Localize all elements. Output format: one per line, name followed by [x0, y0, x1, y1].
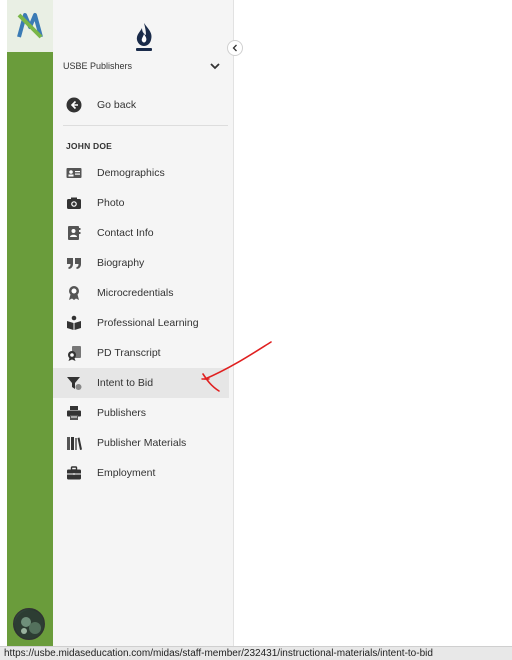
chevron-down-icon[interactable]: [208, 59, 222, 73]
chevron-left-icon: [232, 44, 237, 52]
sidebar-item-photo[interactable]: Photo: [53, 188, 229, 218]
sidebar-item-employment[interactable]: Employment: [53, 458, 229, 488]
sidebar-item-label: Intent to Bid: [97, 377, 154, 389]
arrow-left-circle-icon: [66, 97, 82, 113]
contact-card-icon: [66, 225, 82, 241]
sidebar-item-biography[interactable]: Biography: [53, 248, 229, 278]
red-arrow-annotation: [195, 338, 275, 398]
quote-icon: [66, 255, 82, 271]
sidebar-nav: Demographics Photo Contact Info Biograph…: [53, 158, 234, 488]
sidebar-item-label: Publisher Materials: [97, 437, 187, 449]
sidebar-item-microcredentials[interactable]: Microcredentials: [53, 278, 229, 308]
sidebar-item-publisher-materials[interactable]: Publisher Materials: [53, 428, 229, 458]
usbe-flame-logo-icon: [129, 20, 159, 54]
sidebar-item-label: Employment: [97, 467, 156, 479]
section-title: JOHN DOE: [66, 141, 112, 151]
sidebar-item-label: Contact Info: [97, 227, 154, 239]
org-name: USBE Publishers: [63, 61, 133, 71]
sidebar-item-label: Photo: [97, 197, 125, 209]
sidebar: USBE Publishers Go back JOHN DOE Demogra…: [53, 0, 234, 646]
org-selector[interactable]: USBE Publishers: [53, 58, 234, 76]
app-window: USBE Publishers Go back JOHN DOE Demogra…: [0, 0, 512, 660]
midas-logo-icon[interactable]: [7, 0, 53, 52]
collapse-sidebar-button[interactable]: [227, 40, 243, 56]
award-icon: [66, 285, 82, 301]
sidebar-item-contact-info[interactable]: Contact Info: [53, 218, 229, 248]
go-back-label: Go back: [97, 99, 137, 111]
sidebar-item-publishers[interactable]: Publishers: [53, 398, 229, 428]
reading-icon: [66, 315, 82, 331]
sidebar-item-professional-learning[interactable]: Professional Learning: [53, 308, 229, 338]
transcript-icon: [66, 345, 82, 361]
status-url: https://usbe.midaseducation.com/midas/st…: [4, 648, 433, 659]
status-bar: https://usbe.midaseducation.com/midas/st…: [0, 646, 512, 660]
sidebar-item-label: Biography: [97, 257, 145, 269]
sidebar-item-label: PD Transcript: [97, 347, 161, 359]
briefcase-icon: [66, 465, 82, 481]
books-icon: [66, 435, 82, 451]
filter-icon: [66, 375, 82, 391]
divider: [63, 125, 228, 126]
sidebar-item-label: Microcredentials: [97, 287, 174, 299]
printer-icon: [66, 405, 82, 421]
app-rail: [7, 0, 53, 646]
id-card-icon: [66, 165, 82, 181]
sidebar-item-label: Demographics: [97, 167, 165, 179]
sidebar-item-label: Professional Learning: [97, 317, 199, 329]
user-avatar[interactable]: [13, 608, 45, 640]
go-back-link[interactable]: Go back: [53, 94, 229, 124]
sidebar-item-demographics[interactable]: Demographics: [53, 158, 229, 188]
camera-icon: [66, 195, 82, 211]
sidebar-item-label: Publishers: [97, 407, 147, 419]
